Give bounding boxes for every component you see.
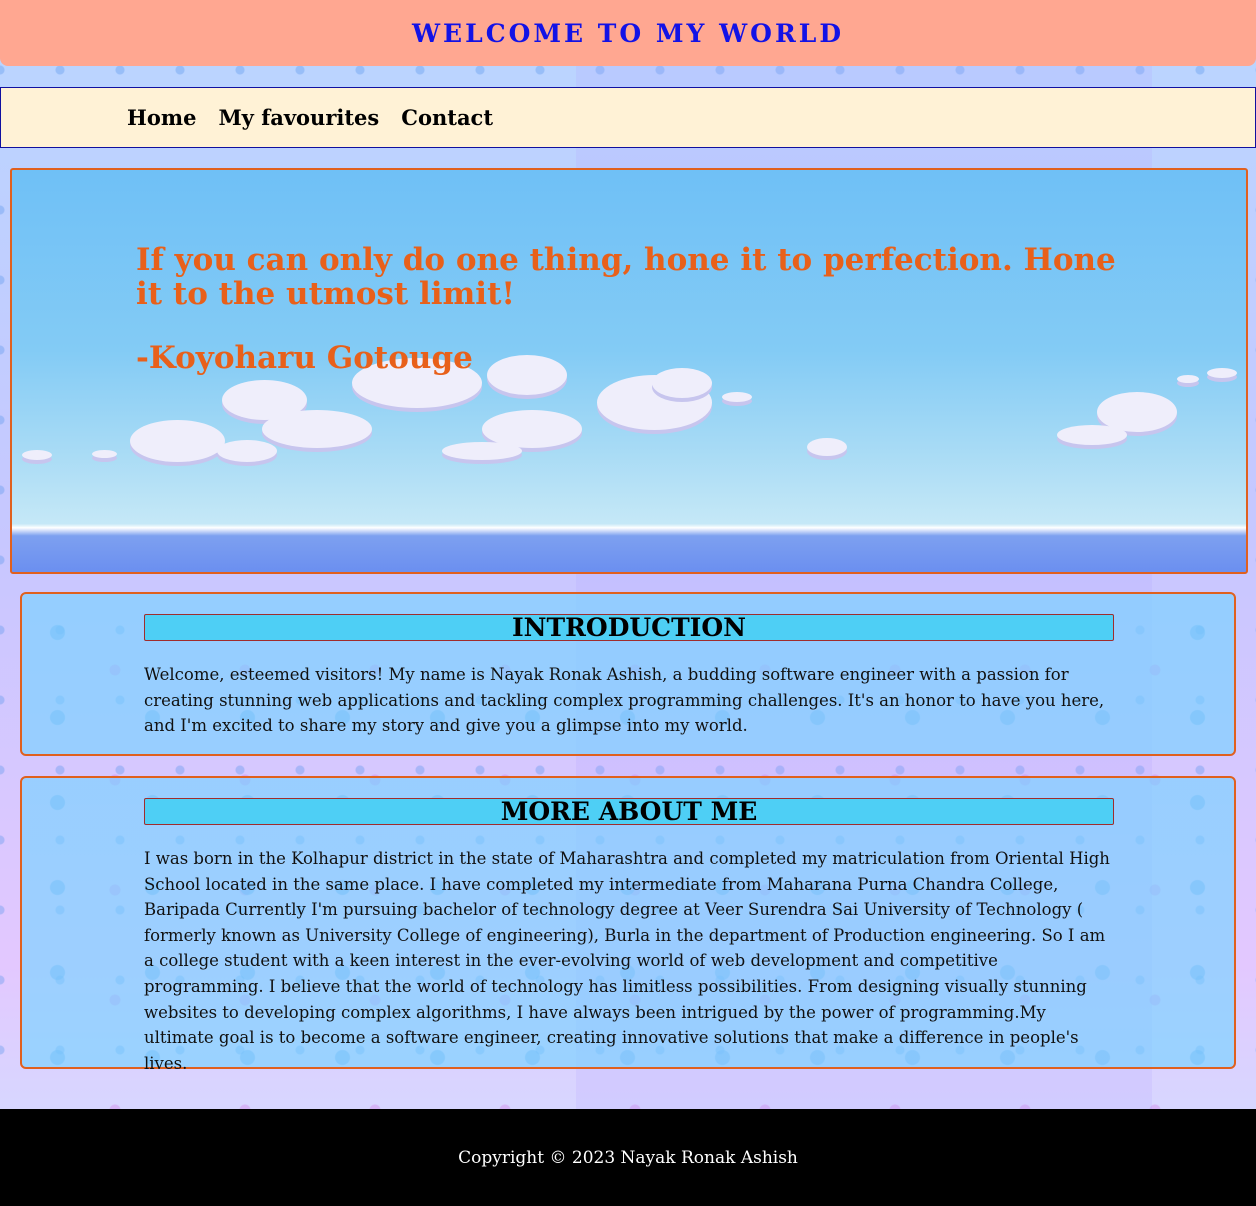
nav-favourites-link[interactable]: My favourites: [218, 105, 379, 130]
nav-contact-link[interactable]: Contact: [401, 105, 493, 130]
introduction-text: Welcome, esteemed visitors! My name is N…: [144, 665, 1105, 736]
about-section: MORE ABOUT ME I was born in the Kolhapur…: [20, 776, 1236, 1073]
hero-quote-author: -Koyoharu Gotouge: [136, 340, 473, 376]
site-title: WELCOME TO MY WORLD: [411, 18, 844, 48]
site-header: WELCOME TO MY WORLD: [0, 0, 1256, 66]
hero-banner: If you can only do one thing, hone it to…: [10, 168, 1248, 574]
introduction-section: INTRODUCTION Welcome, esteemed visitors!…: [20, 592, 1236, 756]
main-nav: Home My favourites Contact: [0, 87, 1256, 148]
about-text: I was born in the Kolhapur district in t…: [144, 849, 1110, 1073]
copyright-text: Copyright © 2023 Nayak Ronak Ashish: [458, 1147, 798, 1168]
hero-quote: If you can only do one thing, hone it to…: [136, 242, 1116, 312]
about-heading: MORE ABOUT ME: [144, 798, 1114, 825]
site-footer: Copyright © 2023 Nayak Ronak Ashish: [0, 1109, 1256, 1206]
introduction-heading: INTRODUCTION: [144, 614, 1114, 641]
nav-home-link[interactable]: Home: [127, 105, 196, 130]
